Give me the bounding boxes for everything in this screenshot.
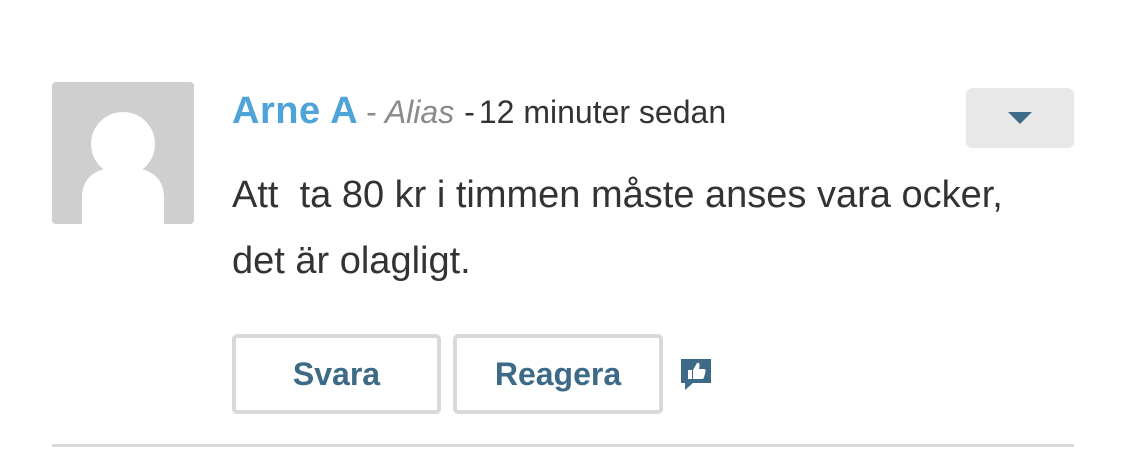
react-button[interactable]: Reagera (453, 334, 663, 414)
comment-meta: Arne A - Alias - 12 minuter sedan (232, 90, 726, 136)
meta-separator: - (366, 94, 377, 130)
author-name[interactable]: Arne A (232, 90, 358, 133)
comment-text: Att ta 80 kr i timmen måste anses vara o… (232, 174, 1014, 282)
avatar (52, 82, 194, 224)
caret-down-icon (1008, 112, 1032, 124)
divider (52, 444, 1074, 447)
comment-menu-button[interactable] (966, 88, 1074, 148)
timestamp: 12 minuter sedan (478, 94, 727, 130)
meta-separator: - (464, 94, 475, 130)
comment-item: Arne A - Alias - 12 minuter sedan Att ta… (0, 0, 1125, 464)
reply-button[interactable]: Svara (232, 334, 441, 414)
thumbs-up-icon[interactable] (679, 357, 713, 391)
alias-label: Alias (384, 94, 455, 130)
default-user-avatar-icon (82, 112, 164, 224)
